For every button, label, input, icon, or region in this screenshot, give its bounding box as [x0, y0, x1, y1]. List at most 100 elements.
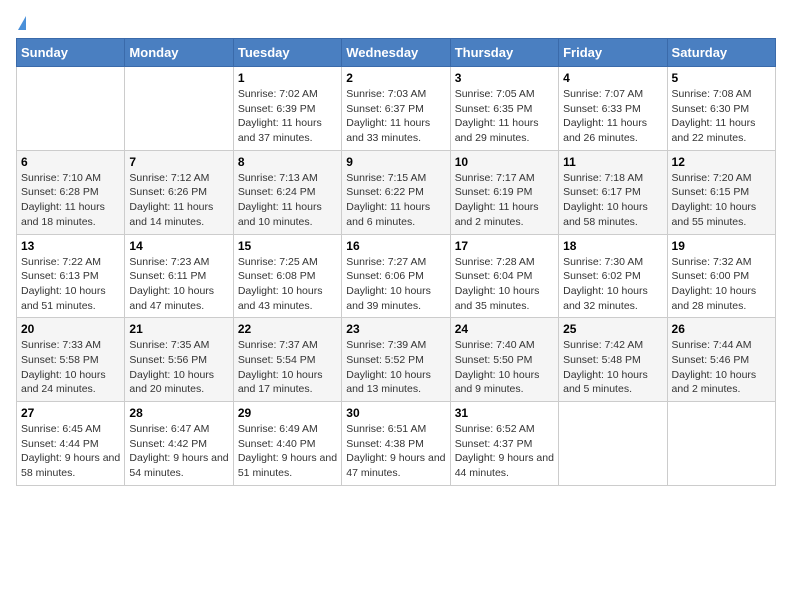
day-info: Sunrise: 7:22 AM Sunset: 6:13 PM Dayligh… — [21, 255, 120, 314]
day-number: 24 — [455, 322, 554, 336]
calendar-cell: 2Sunrise: 7:03 AM Sunset: 6:37 PM Daylig… — [342, 67, 450, 151]
calendar-header-row: SundayMondayTuesdayWednesdayThursdayFrid… — [17, 39, 776, 67]
day-info: Sunrise: 7:17 AM Sunset: 6:19 PM Dayligh… — [455, 171, 554, 230]
day-number: 11 — [563, 155, 662, 169]
day-number: 31 — [455, 406, 554, 420]
day-number: 29 — [238, 406, 337, 420]
calendar-cell: 20 Sunrise: 7:33 AM Sunset: 5:58 PM Dayli… — [17, 318, 125, 402]
day-number: 6 — [21, 155, 120, 169]
calendar-cell: 22Sunrise: 7:37 AM Sunset: 5:54 PM Dayli… — [233, 318, 341, 402]
day-info: Sunrise: 7:18 AM Sunset: 6:17 PM Dayligh… — [563, 171, 662, 230]
day-info: Sunrise: 7:28 AM Sunset: 6:04 PM Dayligh… — [455, 255, 554, 314]
day-number: 13 — [21, 239, 120, 253]
day-number: 18 — [563, 239, 662, 253]
calendar-cell: 25 Sunrise: 7:42 AM Sunset: 5:48 PM Dayli… — [559, 318, 667, 402]
day-info: Sunrise: 7:15 AM Sunset: 6:22 PM Dayligh… — [346, 171, 445, 230]
weekday-header-thursday: Thursday — [450, 39, 558, 67]
day-number: 12 — [672, 155, 771, 169]
calendar-cell: 14Sunrise: 7:23 AM Sunset: 6:11 PM Dayli… — [125, 234, 233, 318]
day-info: Sunrise: 7:13 AM Sunset: 6:24 PM Dayligh… — [238, 171, 337, 230]
weekday-header-sunday: Sunday — [17, 39, 125, 67]
calendar-cell — [559, 402, 667, 486]
day-info: Sunrise: 7:30 AM Sunset: 6:02 PM Dayligh… — [563, 255, 662, 314]
calendar-cell: 23 Sunrise: 7:39 AM Sunset: 5:52 PM Dayli… — [342, 318, 450, 402]
logo-triangle-icon — [18, 16, 26, 30]
day-info: Sunrise: 7:10 AM Sunset: 6:28 PM Dayligh… — [21, 171, 120, 230]
calendar-cell — [667, 402, 775, 486]
calendar-cell: 18 Sunrise: 7:30 AM Sunset: 6:02 PM Dayli… — [559, 234, 667, 318]
day-info: Sunrise: 7:44 AM Sunset: 5:46 PM Dayligh… — [672, 338, 771, 397]
calendar-cell: 28 Sunrise: 6:47 AM Sunset: 4:42 PM Dayli… — [125, 402, 233, 486]
day-info: Sunrise: 7:39 AM Sunset: 5:52 PM Dayligh… — [346, 338, 445, 397]
calendar-cell: 30Sunrise: 6:51 AM Sunset: 4:38 PM Dayli… — [342, 402, 450, 486]
calendar-cell: 13 Sunrise: 7:22 AM Sunset: 6:13 PM Dayli… — [17, 234, 125, 318]
day-number: 23 — [346, 322, 445, 336]
calendar-cell: 26 Sunrise: 7:44 AM Sunset: 5:46 PM Dayli… — [667, 318, 775, 402]
calendar-cell: 1Sunrise: 7:02 AM Sunset: 6:39 PM Daylig… — [233, 67, 341, 151]
day-info: Sunrise: 7:32 AM Sunset: 6:00 PM Dayligh… — [672, 255, 771, 314]
calendar-week-row: 27 Sunrise: 6:45 AM Sunset: 4:44 PM Dayli… — [17, 402, 776, 486]
calendar-cell: 7 Sunrise: 7:12 AM Sunset: 6:26 PM Daylig… — [125, 150, 233, 234]
day-number: 20 — [21, 322, 120, 336]
calendar-week-row: 6 Sunrise: 7:10 AM Sunset: 6:28 PM Daylig… — [17, 150, 776, 234]
day-info: Sunrise: 7:33 AM Sunset: 5:58 PM Dayligh… — [21, 338, 120, 397]
weekday-header-friday: Friday — [559, 39, 667, 67]
calendar-week-row: 1Sunrise: 7:02 AM Sunset: 6:39 PM Daylig… — [17, 67, 776, 151]
day-info: Sunrise: 7:05 AM Sunset: 6:35 PM Dayligh… — [455, 87, 554, 146]
day-number: 2 — [346, 71, 445, 85]
day-info: Sunrise: 6:49 AM Sunset: 4:40 PM Dayligh… — [238, 422, 337, 481]
calendar-cell: 11 Sunrise: 7:18 AM Sunset: 6:17 PM Dayli… — [559, 150, 667, 234]
day-number: 4 — [563, 71, 662, 85]
weekday-header-tuesday: Tuesday — [233, 39, 341, 67]
day-number: 28 — [129, 406, 228, 420]
calendar-cell: 21 Sunrise: 7:35 AM Sunset: 5:56 PM Dayli… — [125, 318, 233, 402]
day-number: 26 — [672, 322, 771, 336]
day-info: Sunrise: 7:35 AM Sunset: 5:56 PM Dayligh… — [129, 338, 228, 397]
day-info: Sunrise: 6:52 AM Sunset: 4:37 PM Dayligh… — [455, 422, 554, 481]
calendar-cell: 31 Sunrise: 6:52 AM Sunset: 4:37 PM Dayli… — [450, 402, 558, 486]
day-number: 19 — [672, 239, 771, 253]
calendar-table: SundayMondayTuesdayWednesdayThursdayFrid… — [16, 38, 776, 486]
calendar-cell: 19 Sunrise: 7:32 AM Sunset: 6:00 PM Dayli… — [667, 234, 775, 318]
day-number: 25 — [563, 322, 662, 336]
day-info: Sunrise: 7:37 AM Sunset: 5:54 PM Dayligh… — [238, 338, 337, 397]
day-info: Sunrise: 7:42 AM Sunset: 5:48 PM Dayligh… — [563, 338, 662, 397]
calendar-cell: 15Sunrise: 7:25 AM Sunset: 6:08 PM Dayli… — [233, 234, 341, 318]
day-info: Sunrise: 6:45 AM Sunset: 4:44 PM Dayligh… — [21, 422, 120, 481]
calendar-cell: 5 Sunrise: 7:08 AM Sunset: 6:30 PM Daylig… — [667, 67, 775, 151]
calendar-cell: 8 Sunrise: 7:13 AM Sunset: 6:24 PM Daylig… — [233, 150, 341, 234]
day-number: 27 — [21, 406, 120, 420]
day-number: 5 — [672, 71, 771, 85]
calendar-cell: 16 Sunrise: 7:27 AM Sunset: 6:06 PM Dayli… — [342, 234, 450, 318]
day-info: Sunrise: 7:27 AM Sunset: 6:06 PM Dayligh… — [346, 255, 445, 314]
day-number: 21 — [129, 322, 228, 336]
weekday-header-saturday: Saturday — [667, 39, 775, 67]
day-number: 9 — [346, 155, 445, 169]
calendar-week-row: 13 Sunrise: 7:22 AM Sunset: 6:13 PM Dayli… — [17, 234, 776, 318]
day-info: Sunrise: 7:12 AM Sunset: 6:26 PM Dayligh… — [129, 171, 228, 230]
day-number: 17 — [455, 239, 554, 253]
day-number: 8 — [238, 155, 337, 169]
day-number: 14 — [129, 239, 228, 253]
day-info: Sunrise: 6:47 AM Sunset: 4:42 PM Dayligh… — [129, 422, 228, 481]
day-number: 10 — [455, 155, 554, 169]
calendar-body: 1Sunrise: 7:02 AM Sunset: 6:39 PM Daylig… — [17, 67, 776, 486]
calendar-cell: 24Sunrise: 7:40 AM Sunset: 5:50 PM Dayli… — [450, 318, 558, 402]
day-number: 15 — [238, 239, 337, 253]
day-number: 7 — [129, 155, 228, 169]
calendar-cell: 10 Sunrise: 7:17 AM Sunset: 6:19 PM Dayli… — [450, 150, 558, 234]
logo — [16, 16, 26, 30]
calendar-cell: 27 Sunrise: 6:45 AM Sunset: 4:44 PM Dayli… — [17, 402, 125, 486]
day-info: Sunrise: 7:07 AM Sunset: 6:33 PM Dayligh… — [563, 87, 662, 146]
page-header — [16, 16, 776, 30]
day-info: Sunrise: 6:51 AM Sunset: 4:38 PM Dayligh… — [346, 422, 445, 481]
day-info: Sunrise: 7:08 AM Sunset: 6:30 PM Dayligh… — [672, 87, 771, 146]
day-info: Sunrise: 7:02 AM Sunset: 6:39 PM Dayligh… — [238, 87, 337, 146]
day-number: 3 — [455, 71, 554, 85]
calendar-cell — [125, 67, 233, 151]
calendar-cell: 12 Sunrise: 7:20 AM Sunset: 6:15 PM Dayli… — [667, 150, 775, 234]
calendar-cell: 3 Sunrise: 7:05 AM Sunset: 6:35 PM Daylig… — [450, 67, 558, 151]
day-info: Sunrise: 7:20 AM Sunset: 6:15 PM Dayligh… — [672, 171, 771, 230]
weekday-header-monday: Monday — [125, 39, 233, 67]
day-number: 16 — [346, 239, 445, 253]
